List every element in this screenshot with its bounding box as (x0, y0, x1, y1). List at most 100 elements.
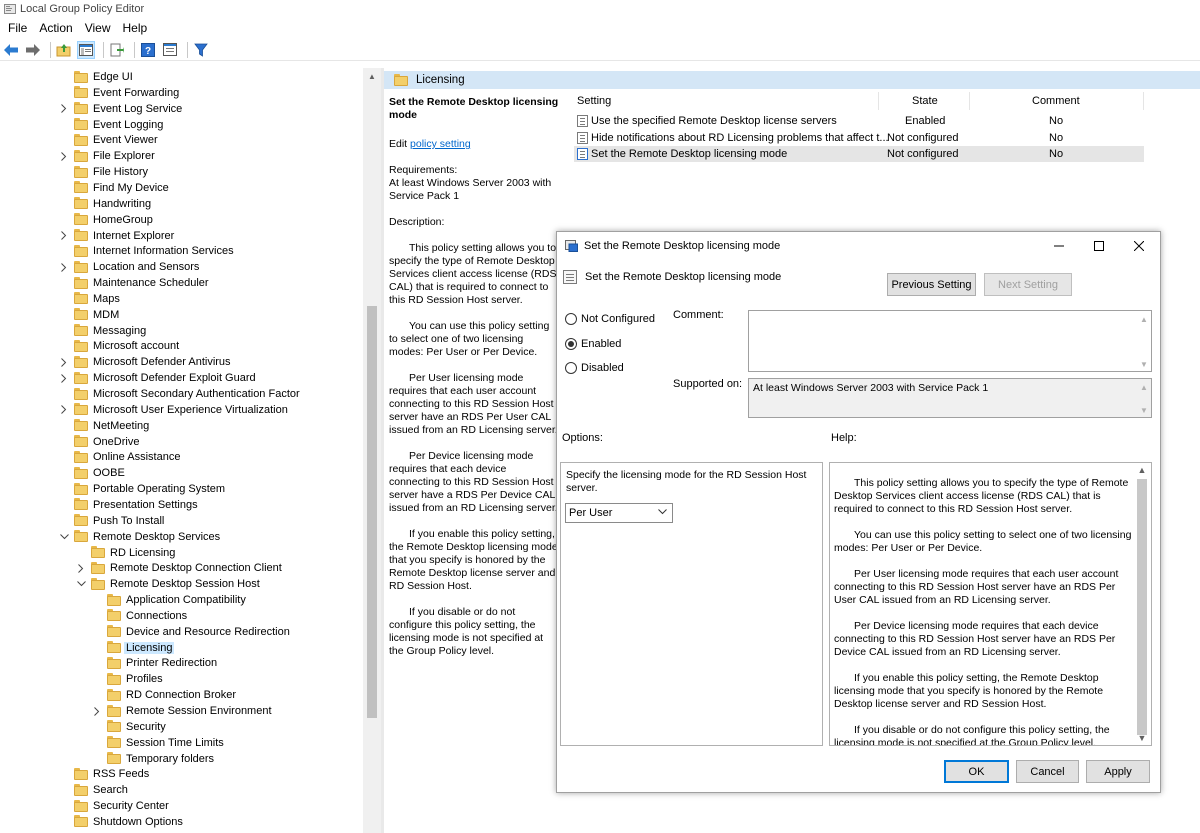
chevron-right-icon[interactable] (59, 405, 69, 415)
tree-item[interactable]: HomeGroup (59, 212, 153, 228)
tree-item[interactable]: Application Compatibility (92, 592, 246, 608)
scroll-up-arrow-icon[interactable]: ▲ (1139, 383, 1149, 392)
radio-disabled[interactable]: Disabled (565, 362, 624, 374)
radio-not-configured[interactable]: Not Configured (565, 313, 655, 325)
tree-item[interactable]: Event Logging (59, 117, 163, 133)
maximize-icon[interactable] (1079, 232, 1119, 260)
comment-field[interactable]: ▲ ▼ (748, 310, 1152, 372)
edit-policy-setting-link[interactable]: policy setting (410, 138, 471, 150)
tree-item[interactable]: Event Viewer (59, 132, 158, 148)
close-icon[interactable] (1119, 232, 1159, 260)
tree-item[interactable]: Maintenance Scheduler (59, 275, 209, 291)
tree-item[interactable]: MDM (59, 307, 119, 323)
up-folder-icon[interactable] (55, 41, 73, 59)
tree-item[interactable]: OOBE (59, 465, 125, 481)
tree-item[interactable]: File History (59, 164, 148, 180)
tree-item[interactable]: Find My Device (59, 180, 169, 196)
chevron-right-icon[interactable] (76, 563, 86, 573)
tree-item[interactable]: Device and Resource Redirection (92, 624, 290, 640)
tree-item[interactable]: Push To Install (59, 513, 164, 529)
tree-item[interactable]: Microsoft Defender Antivirus (59, 354, 231, 370)
tree-item[interactable]: Internet Explorer (59, 228, 174, 244)
tree-item[interactable]: Remote Session Environment (92, 703, 272, 719)
back-arrow-icon[interactable] (2, 41, 20, 59)
apply-button[interactable]: Apply (1086, 760, 1150, 783)
next-setting-button[interactable]: Next Setting (984, 273, 1072, 296)
tree-item[interactable]: Remote Desktop Connection Client (76, 560, 282, 576)
tree-item[interactable]: Internet Information Services (59, 243, 234, 259)
chevron-right-icon[interactable] (59, 262, 69, 272)
chevron-right-icon[interactable] (59, 104, 69, 114)
filter-icon[interactable] (192, 41, 210, 59)
column-divider[interactable] (969, 92, 970, 110)
tree-item[interactable]: Location and Sensors (59, 259, 199, 275)
ok-button[interactable]: OK (944, 760, 1009, 783)
chevron-down-icon[interactable] (59, 532, 69, 542)
tree-item[interactable]: Maps (59, 291, 120, 307)
menu-help[interactable]: Help (117, 21, 154, 35)
tree-scrollbar[interactable]: ▲ (363, 68, 381, 833)
tree-item[interactable]: Profiles (92, 671, 163, 687)
tree-item[interactable]: Portable Operating System (59, 481, 225, 497)
properties-icon[interactable] (161, 41, 179, 59)
tree-item[interactable]: Printer Redirection (92, 655, 217, 671)
forward-arrow-icon[interactable] (24, 41, 42, 59)
menu-file[interactable]: File (2, 21, 33, 35)
column-header-setting[interactable]: Setting (577, 95, 611, 109)
show-hide-tree-icon[interactable] (77, 40, 95, 59)
scroll-up-arrow-icon[interactable]: ▲ (363, 68, 381, 84)
chevron-right-icon[interactable] (59, 373, 69, 383)
tree-item[interactable]: Session Time Limits (92, 735, 224, 751)
tree-item[interactable]: Handwriting (59, 196, 151, 212)
policy-row[interactable]: Use the specified Remote Desktop license… (574, 113, 1144, 129)
export-list-icon[interactable] (108, 41, 126, 59)
menu-view[interactable]: View (79, 21, 117, 35)
tree-item[interactable]: Edge UI (59, 69, 133, 85)
tree-item[interactable]: RD Connection Broker (92, 687, 236, 703)
tree-item[interactable]: Microsoft Defender Exploit Guard (59, 370, 256, 386)
help-scrollbar[interactable]: ▲ ▼ (1133, 463, 1151, 745)
tree-item[interactable]: Security (92, 719, 166, 735)
tree-item[interactable]: Shutdown Options (59, 814, 183, 830)
tree-item[interactable]: Remote Desktop Services (59, 529, 220, 545)
chevron-right-icon[interactable] (59, 357, 69, 367)
tree-item[interactable]: Microsoft account (59, 338, 179, 354)
tree-item[interactable]: File Explorer (59, 148, 155, 164)
column-divider[interactable] (1143, 92, 1144, 110)
tree-item[interactable]: RD Licensing (76, 545, 175, 561)
tree-item[interactable]: Licensing (92, 640, 175, 656)
tree-item[interactable]: NetMeeting (59, 418, 149, 434)
tree-scrollbar-thumb[interactable] (367, 306, 377, 718)
tree-item[interactable]: RSS Feeds (59, 766, 149, 782)
tree-item[interactable]: Search (59, 782, 128, 798)
tree-item[interactable]: Temporary folders (92, 751, 214, 767)
minimize-icon[interactable] (1039, 232, 1079, 260)
tree-item[interactable]: Event Forwarding (59, 85, 179, 101)
radio-button[interactable] (565, 313, 577, 325)
radio-button[interactable] (565, 362, 577, 374)
licensing-mode-dropdown[interactable]: Per User (565, 503, 673, 523)
help-icon[interactable]: ? (139, 41, 157, 59)
scroll-down-arrow-icon[interactable]: ▼ (1139, 360, 1149, 369)
tree-item[interactable]: Microsoft User Experience Virtualization (59, 402, 288, 418)
help-scrollbar-thumb[interactable] (1137, 479, 1147, 735)
radio-enabled[interactable]: Enabled (565, 338, 621, 350)
tree-item[interactable]: OneDrive (59, 434, 139, 450)
tree-item[interactable]: Remote Desktop Session Host (76, 576, 260, 592)
policy-row-selected[interactable]: Set the Remote Desktop licensing mode No… (574, 146, 1144, 162)
scroll-down-arrow-icon[interactable]: ▼ (1139, 406, 1149, 415)
menu-action[interactable]: Action (33, 21, 78, 35)
scroll-up-arrow-icon[interactable]: ▲ (1133, 465, 1151, 475)
chevron-right-icon[interactable] (59, 151, 69, 161)
column-divider[interactable] (878, 92, 879, 110)
scroll-up-arrow-icon[interactable]: ▲ (1139, 315, 1149, 324)
radio-button[interactable] (565, 338, 577, 350)
tree-item[interactable]: Online Assistance (59, 449, 180, 465)
column-header-comment[interactable]: Comment (1032, 95, 1080, 109)
tree-item[interactable]: Presentation Settings (59, 497, 198, 513)
tree-item[interactable]: Event Log Service (59, 101, 182, 117)
scroll-down-arrow-icon[interactable]: ▼ (1133, 733, 1151, 743)
policy-row[interactable]: Hide notifications about RD Licensing pr… (574, 130, 1144, 146)
chevron-down-icon[interactable] (76, 579, 86, 589)
tree-item[interactable]: Microsoft Secondary Authentication Facto… (59, 386, 300, 402)
